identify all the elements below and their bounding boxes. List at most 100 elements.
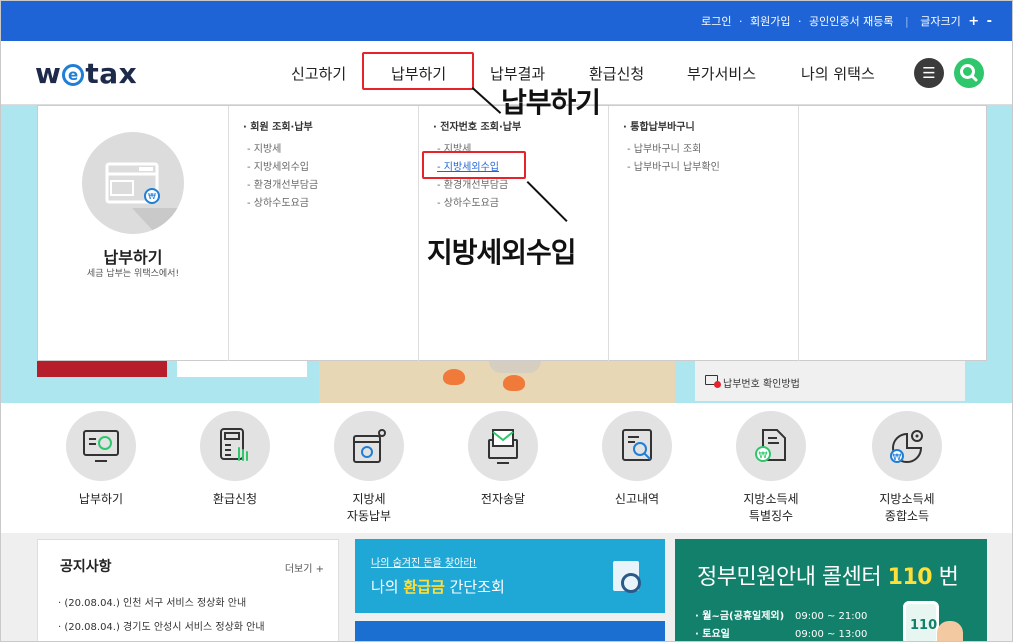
top-utility-bar: 로그인 · 회원가입 · 공인인증서 재등록 | 글자크기 + - (1, 1, 1012, 41)
service-label: 지방소득세 종합소득 (879, 492, 935, 523)
link-basket-confirm[interactable]: - 납부바구니 납부확인 (627, 158, 720, 173)
logo-text-tax: tax (85, 57, 138, 90)
mega-intro-subtitle: 세금 납부는 위택스에서! (86, 269, 180, 279)
payment-number-guide-box[interactable]: 납부번호 확인방법 (695, 361, 965, 401)
signup-link[interactable]: 회원가입 (750, 13, 790, 29)
wetax-page: 로그인 · 회원가입 · 공인인증서 재등록 | 글자크기 + - w e tax … (0, 0, 1013, 642)
nav-report[interactable]: 신고하기 (291, 63, 346, 84)
refund-title-highlight: 환급금 (403, 578, 445, 596)
refund-calculator-icon (220, 428, 248, 461)
service-icon-circle: ₩ (736, 411, 806, 481)
service-icon-circle: ₩ (872, 411, 942, 481)
notice-item[interactable]: · (20.08.04.) 인천 서구 서비스 정상화 안내 (58, 594, 246, 609)
notice-more-link[interactable]: 더보기 + (285, 560, 324, 575)
call-time: 09:00 ~ 21:00 (795, 611, 868, 622)
payment-number-guide-link[interactable]: 납부번호 확인방법 (723, 375, 800, 390)
service-refund[interactable]: 환급신청 (175, 411, 295, 508)
call-time: 09:00 ~ 13:00 (795, 629, 868, 640)
search-icon (960, 64, 978, 82)
bottom-section: 공지사항 더보기 + · (20.08.04.) 인천 서구 서비스 정상화 안… (1, 533, 1012, 641)
crab-illustration (503, 375, 525, 391)
call-title-number: 110 (887, 565, 933, 590)
service-e-delivery[interactable]: 전자송달 (443, 411, 563, 508)
service-icon-circle (334, 411, 404, 481)
non-tax-link-highlight-box (422, 151, 526, 179)
magnifier-icon (613, 561, 641, 593)
search-button[interactable] (954, 58, 984, 88)
link-basket-view[interactable]: - 납부바구니 조회 (627, 140, 701, 155)
call-day: · 월~금(공휴일제외) (695, 611, 785, 622)
login-link[interactable]: 로그인 (701, 13, 731, 29)
report-history-icon (622, 429, 652, 461)
banner-red-button[interactable] (37, 361, 167, 377)
call-center-banner[interactable]: 정부민원안내 콜센터 110 번 · 월~금(공휴일제외) 09:00 ~ 21:… (675, 539, 987, 641)
mega-intro: ₩ 납부하기 세금 납부는 위택스에서! (38, 106, 228, 362)
service-icon-circle (468, 411, 538, 481)
mega-intro-title: 납부하기 (103, 248, 163, 267)
column-title: · 통합납부바구니 (623, 122, 695, 133)
separator-dot: · (739, 15, 743, 28)
nav-extra-services[interactable]: 부가서비스 (687, 63, 756, 84)
link-water-fee[interactable]: - 상하수도요금 (437, 194, 499, 209)
service-auto-payment[interactable]: 지방세 자동납부 (309, 411, 429, 525)
banner-white-button[interactable] (177, 361, 307, 377)
notice-item[interactable]: · (20.08.04.) 경기도 안성시 서비스 정상화 안내 (58, 618, 265, 633)
all-menu-button[interactable]: ☰ (914, 58, 944, 88)
refund-title-post: 간단조회 (444, 578, 505, 596)
call-day: · 토요일 (695, 629, 730, 640)
wetax-logo[interactable]: w e tax (35, 57, 137, 90)
phone-number-label: 110 (910, 618, 938, 633)
quick-services: 납부하기 환급신청 지방세 자동납부 전자송달 신고내역 ₩ 지방소득세 특별징… (1, 403, 1012, 533)
service-report-history[interactable]: 신고내역 (577, 411, 697, 508)
font-size-decrease-button[interactable]: - (987, 14, 992, 29)
service-icon-circle (200, 411, 270, 481)
service-payment[interactable]: 납부하기 (41, 411, 161, 508)
svg-text:₩: ₩ (893, 453, 902, 463)
cert-reregister-link[interactable]: 공인인증서 재등록 (809, 13, 893, 29)
call-title-pre: 정부민원안내 콜센터 (697, 565, 888, 590)
refund-tagline: 나의 숨겨진 돈을 찾아라! (371, 558, 477, 569)
link-non-tax-revenue[interactable]: - 지방세외수입 (247, 158, 309, 173)
notice-panel: 공지사항 더보기 + · (20.08.04.) 인천 서구 서비스 정상화 안… (37, 539, 339, 641)
callout-non-tax-revenue: 지방세외수입 (427, 236, 577, 269)
link-local-tax[interactable]: - 지방세 (247, 140, 281, 155)
comprehensive-income-gear-icon: ₩ (890, 430, 923, 463)
tax-bill-icon: ₩ (105, 162, 184, 234)
link-water-fee[interactable]: - 상하수도요금 (247, 194, 309, 209)
top-links: 로그인 · 회원가입 · 공인인증서 재등록 | 글자크기 + - (701, 13, 992, 29)
font-size-increase-button[interactable]: + (968, 14, 979, 29)
column-title: · 회원 조회·납부 (243, 122, 313, 133)
call-hours-row: · 월~금(공휴일제외) 09:00 ~ 21:00 (695, 607, 867, 622)
refund-lookup-banner[interactable]: 나의 숨겨진 돈을 찾아라! 나의 환급금 간단조회 (355, 539, 665, 613)
service-comprehensive-income[interactable]: ₩ 지방소득세 종합소득 (847, 411, 967, 525)
hand-illustration (937, 621, 963, 641)
divider: | (904, 15, 909, 28)
call-center-title: 정부민원안내 콜센터 110 번 (697, 559, 959, 591)
mega-column-member: · 회원 조회·납부 - 지방세 - 지방세외수입 - 환경개선부담금 - 상하… (228, 106, 418, 362)
call-title-post: 번 (932, 565, 959, 590)
svg-text:₩: ₩ (148, 192, 156, 201)
service-label: 환급신청 (212, 492, 258, 506)
mega-column-payment-basket: · 통합납부바구니 - 납부바구니 조회 - 납부바구니 납부확인 (608, 106, 798, 362)
auto-payment-icon (353, 429, 386, 463)
separator-dot: · (798, 15, 802, 28)
service-label: 신고내역 (614, 492, 660, 506)
secondary-banner-strip[interactable] (355, 621, 665, 641)
link-environment-charge[interactable]: - 환경개선부담금 (247, 176, 318, 191)
service-label: 전자송달 (480, 492, 526, 506)
special-withholding-document-icon: ₩ (755, 429, 786, 462)
service-label: 지방세 자동납부 (346, 492, 392, 523)
call-hours-row: · 토요일 09:00 ~ 13:00 (695, 625, 867, 640)
svg-text:₩: ₩ (759, 451, 768, 461)
service-special-withholding[interactable]: ₩ 지방소득세 특별징수 (711, 411, 831, 525)
refund-title: 나의 환급금 간단조회 (371, 576, 505, 597)
e-delivery-mail-icon (488, 429, 518, 464)
banner-rock-shape (489, 361, 541, 373)
service-icon-circle (602, 411, 672, 481)
payment-illustration: ₩ (82, 132, 184, 234)
callout-payment: 납부하기 (501, 86, 601, 119)
service-label: 지방소득세 특별징수 (743, 492, 799, 523)
service-label: 납부하기 (78, 492, 124, 506)
mega-column-empty (798, 106, 988, 362)
nav-my-wetax[interactable]: 나의 위택스 (801, 63, 875, 84)
